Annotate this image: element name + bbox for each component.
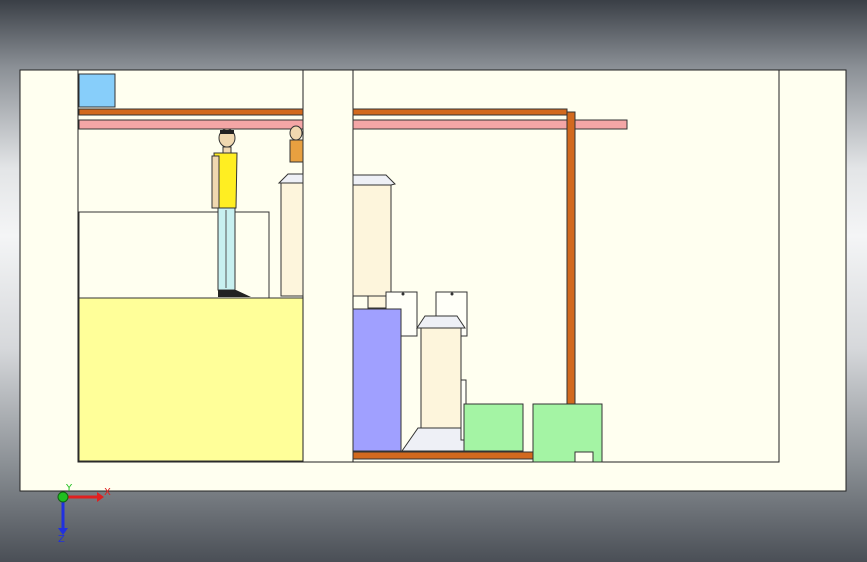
green-block-foot[interactable] [574,451,594,463]
blue-equipment-block[interactable] [352,308,402,452]
triad-x-label: X [104,487,111,498]
triad-z-label: Z [58,534,65,545]
triad-y-label: Y [65,483,73,494]
graphics-viewport[interactable]: X Y Z [0,0,867,562]
beam-right-pink[interactable] [352,119,628,130]
filter-unit-body[interactable] [420,327,462,429]
left-floor-slab[interactable] [78,297,304,462]
drawing-scene[interactable]: X Y Z [0,0,867,562]
tank-left-body[interactable] [280,182,304,297]
green-block-1[interactable] [463,403,524,452]
coordinate-triad: X Y Z [57,483,111,545]
beam-right-orange[interactable] [352,108,568,116]
window-block[interactable] [78,73,116,108]
beam-left-pink[interactable] [78,119,304,130]
tank-right-body[interactable] [352,184,392,297]
beam-left-orange[interactable] [78,108,304,116]
filter-unit-cap[interactable] [416,315,466,329]
center-column[interactable] [302,69,354,463]
second-figure[interactable] [289,125,304,163]
